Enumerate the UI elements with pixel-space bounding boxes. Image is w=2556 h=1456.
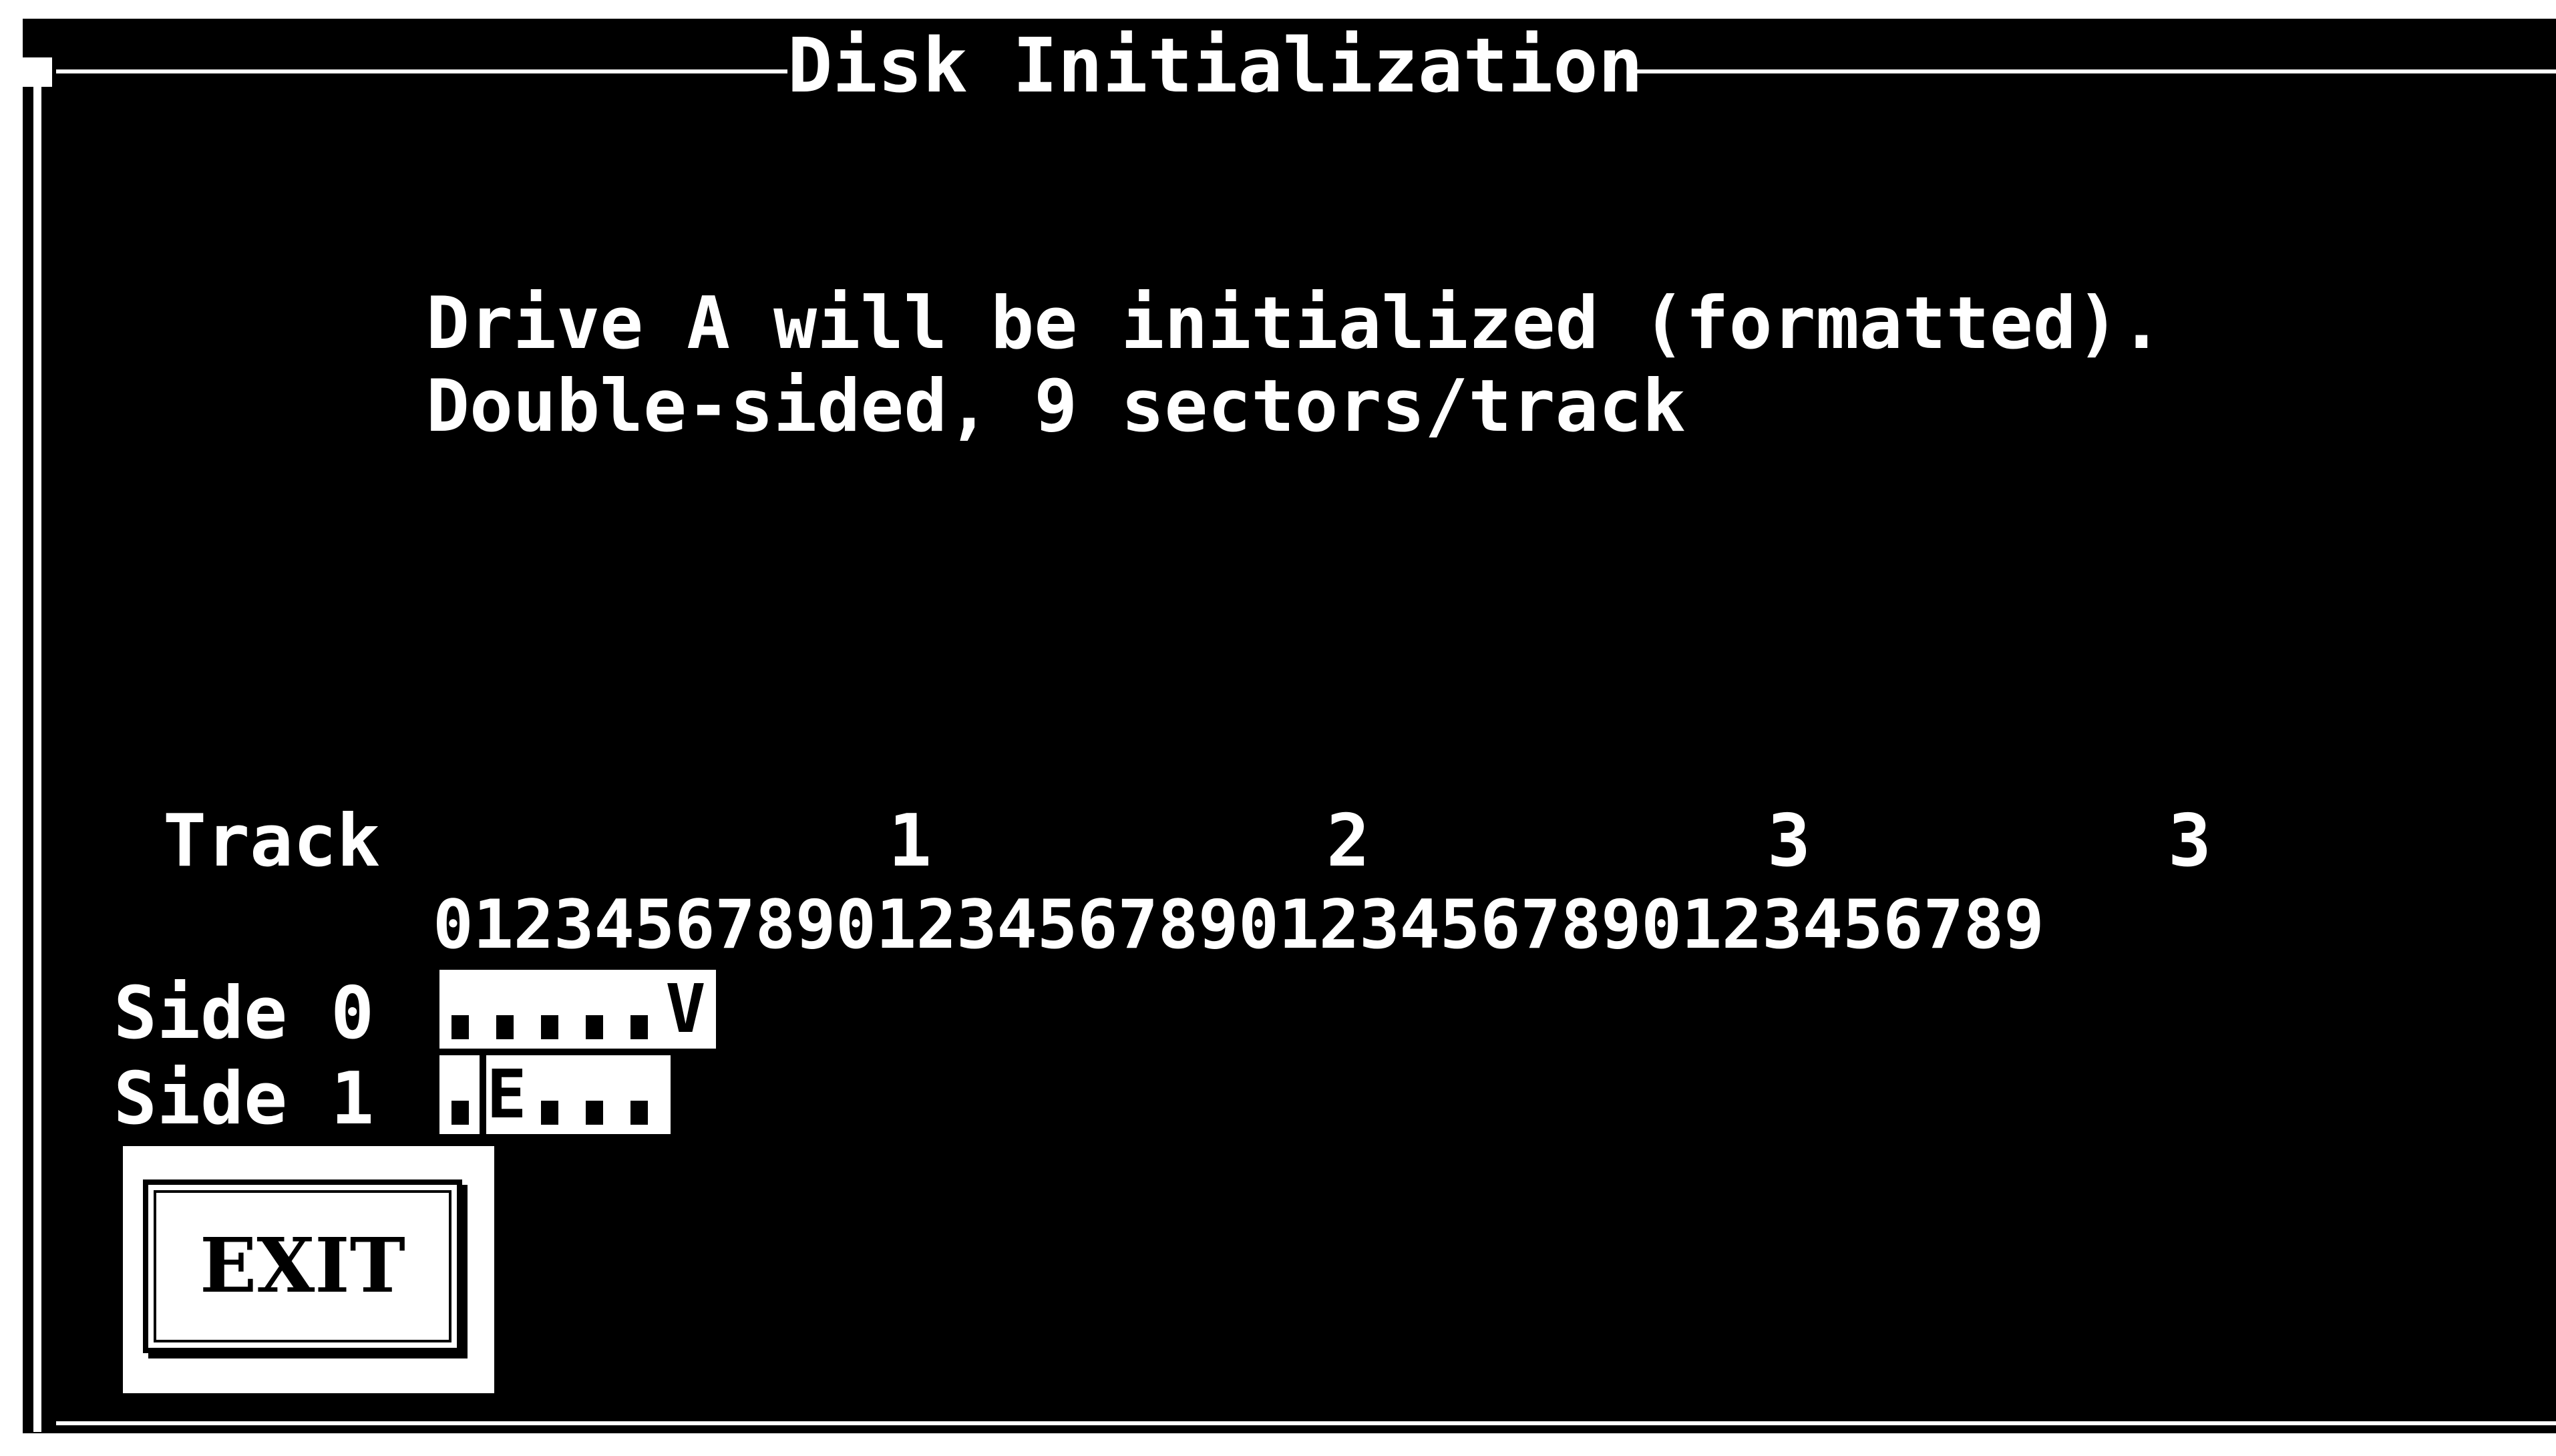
message-line-2: Double-sided, 9 sectors/track (426, 365, 1686, 448)
track-label: Track (163, 799, 381, 883)
track-cell (439, 1055, 484, 1134)
track-cell: E (484, 1055, 529, 1134)
track-cell (439, 970, 484, 1049)
track-done-mark (541, 1101, 558, 1125)
side-1-label: Side 1 (114, 1057, 375, 1141)
track-units: 0123456789012345678901234567890123456789 (433, 885, 2044, 964)
track-done-mark (496, 1015, 514, 1039)
exit-button[interactable]: EXIT (143, 1179, 462, 1353)
track-done-mark (451, 1101, 469, 1125)
side-0-label: Side 0 (114, 972, 375, 1055)
exit-button-label: EXIT (200, 1222, 405, 1310)
side-1-progress: E (439, 1055, 671, 1134)
track-cell (618, 1055, 663, 1134)
track-cell (529, 1055, 574, 1134)
track-cell (484, 970, 529, 1049)
track-done-mark (586, 1101, 603, 1125)
track-cell (618, 970, 663, 1049)
track-tens-2: 2 (1326, 799, 1371, 883)
track-done-mark (630, 1015, 648, 1039)
track-status-letter: V (665, 970, 706, 1048)
track-cell (529, 970, 574, 1049)
frame-bottom (56, 1421, 2556, 1425)
track-tens-1: 1 (888, 799, 932, 883)
track-status-letter: E (486, 1055, 527, 1133)
track-cell: V (663, 970, 708, 1049)
frame-top-right (1636, 69, 2556, 73)
screen: Disk Initialization Drive A will be init… (0, 0, 2556, 1456)
message-line-1: Drive A will be initialized (formatted). (426, 282, 2163, 365)
track-done-mark (541, 1015, 558, 1039)
track-cell (574, 970, 618, 1049)
track-done-mark (630, 1101, 648, 1125)
side-1-cell-divider (480, 1055, 486, 1134)
frame-top-left (56, 69, 787, 73)
side-0-progress: V (439, 970, 716, 1049)
window-title: Disk Initialization (787, 23, 1644, 110)
track-cell (574, 1055, 618, 1134)
track-done-mark (451, 1015, 469, 1039)
track-done-mark (586, 1015, 603, 1039)
frame-left (33, 69, 41, 1432)
track-tens-3: 3 (1767, 799, 1811, 883)
exit-panel: EXIT (123, 1146, 494, 1393)
track-tens-4: 3 (2168, 799, 2212, 883)
